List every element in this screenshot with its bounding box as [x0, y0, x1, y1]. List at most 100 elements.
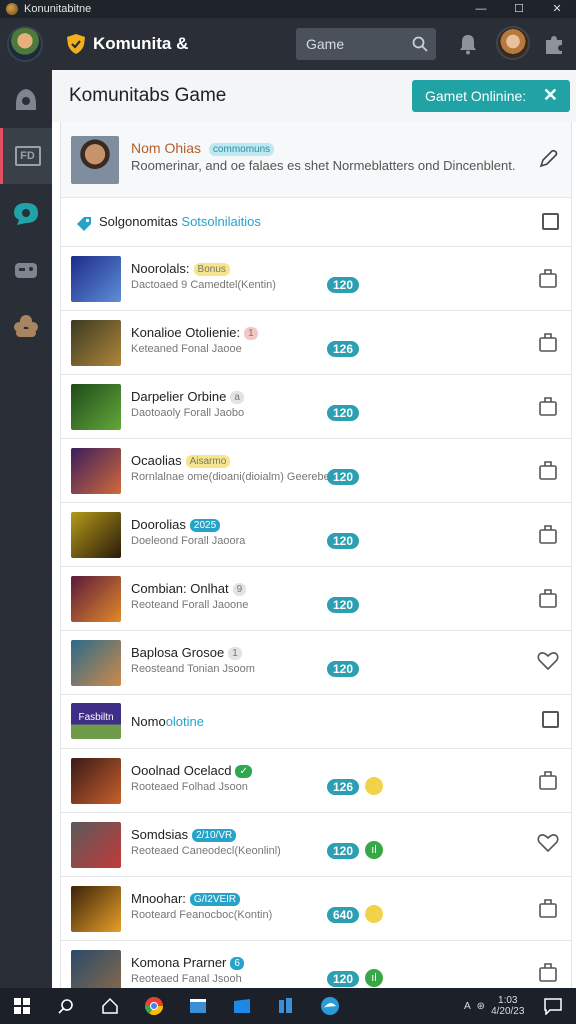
- bag-icon[interactable]: [537, 897, 559, 924]
- panel-header: Komunitabs Game Gamet Onlinine: ✕: [52, 70, 576, 122]
- game-name: Somdsias: [131, 827, 189, 842]
- game-tag: 2/10/VR: [192, 829, 237, 843]
- game-tag: 2025: [189, 519, 221, 533]
- sidebar-item-fd[interactable]: FD: [0, 128, 52, 184]
- checkbox[interactable]: [542, 213, 559, 230]
- sidebar-item-chat[interactable]: [0, 186, 52, 242]
- extensions-icon[interactable]: [542, 32, 566, 56]
- tray-badge[interactable]: A: [464, 1001, 471, 1012]
- search-icon[interactable]: [412, 36, 428, 52]
- game-name: Combian: Onlhat: [131, 581, 229, 596]
- search-input[interactable]: Game: [296, 28, 436, 60]
- taskbar-app4[interactable]: [308, 988, 352, 1024]
- game-row[interactable]: Combian: Onlhat 9 Reoteand Forall Jaoone 12…: [61, 567, 571, 631]
- status-dot: ıl: [365, 969, 383, 987]
- bag-icon[interactable]: [537, 459, 559, 486]
- checkbox[interactable]: [542, 711, 559, 728]
- game-name-line: Mnoohar: G/I2VEIR: [131, 891, 241, 907]
- category-label-highlight: Sotsolnilaitios: [181, 214, 261, 229]
- game-subtitle: Doeleond Forall Jaoora: [131, 535, 246, 547]
- sidebar-item-home[interactable]: [0, 72, 52, 128]
- app-icon: [6, 3, 18, 15]
- clock[interactable]: 1:03 4/20/23: [491, 995, 524, 1017]
- close-button[interactable]: ✕: [538, 0, 576, 18]
- game-thumbnail: [71, 758, 121, 804]
- game-row[interactable]: Darpelier Orbine a Daotoaoly Forall Jaobo 1…: [61, 375, 571, 439]
- game-name-line: Ooolnad Ocelacd ✓: [131, 763, 252, 779]
- bag-icon[interactable]: [537, 267, 559, 294]
- game-name: Ooolnad Ocelacd: [131, 763, 232, 778]
- game-row[interactable]: Doorolias 2025 Doeleond Forall Jaoora 120: [61, 503, 571, 567]
- game-subtitle: Reoteand Forall Jaoone: [131, 599, 249, 611]
- fd-icon: FD: [14, 146, 41, 166]
- bag-icon[interactable]: [537, 331, 559, 358]
- minimize-button[interactable]: —: [462, 0, 500, 18]
- maximize-button[interactable]: ☐: [500, 0, 538, 18]
- game-row[interactable]: Somdsias 2/10/VR Reoteaed Caneodecl(Keonli…: [61, 813, 571, 877]
- files-icon: [279, 998, 292, 1013]
- window-titlebar: Konunitabitne — ☐ ✕: [0, 0, 576, 18]
- game-row[interactable]: Baplosa Grosoe 1 Reosteand Tonian Jsoom 120: [61, 631, 571, 695]
- windows-icon: [14, 998, 30, 1014]
- chat-icon: [14, 203, 38, 225]
- heart-icon[interactable]: [537, 651, 559, 676]
- edit-icon[interactable]: [537, 148, 559, 170]
- bag-icon[interactable]: [537, 395, 559, 422]
- taskbar-app3[interactable]: [264, 988, 308, 1024]
- notifications-icon[interactable]: [456, 32, 480, 56]
- bag-icon[interactable]: [537, 769, 559, 796]
- game-subtitle: Daotoaoly Forall Jaobo: [131, 407, 245, 419]
- player-count: 120: [327, 277, 360, 293]
- game-row[interactable]: Komona Prarner 6 Reoteaed Fanal Jsooh 120 ıl: [61, 941, 571, 988]
- game-name-line: Ocaolias Aisarmo: [131, 453, 231, 469]
- browser-icon: [321, 997, 339, 1015]
- bag-icon[interactable]: [537, 587, 559, 614]
- notification-center-icon[interactable]: [544, 997, 562, 1015]
- sidebar-item-friends[interactable]: [0, 298, 52, 354]
- wifi-icon[interactable]: ⊛: [477, 1001, 485, 1012]
- system-tray: A ⊛ 1:03 4/20/23: [464, 995, 524, 1017]
- online-games-button[interactable]: Gamet Onlinine: ✕: [412, 80, 570, 112]
- game-subtitle: Reoteaed Caneodecl(Keonlinl): [131, 845, 281, 857]
- user-avatar[interactable]: [7, 26, 43, 62]
- game-subtitle: Reoteaed Fanal Jsooh: [131, 973, 242, 985]
- special-name-part1: Nomo: [131, 714, 166, 729]
- game-row[interactable]: Ocaolias Aisarmo Rornlalnae ome(dioani(dio…: [61, 439, 571, 503]
- taskbar-app1[interactable]: [176, 988, 220, 1024]
- game-row[interactable]: Noorolals: Bonus Dactoaed 9 Camedtel(Kenti…: [61, 247, 571, 311]
- taskbar-app2[interactable]: [220, 988, 264, 1024]
- friends-icon: [14, 315, 38, 337]
- game-row[interactable]: Konalioe Otolienie: 1 Keteaned Fonal Jaooe…: [61, 311, 571, 375]
- page-title: Komunitabs Game: [69, 85, 227, 106]
- chrome-icon: [145, 997, 163, 1016]
- taskbar-home[interactable]: [88, 988, 132, 1024]
- bag-icon[interactable]: [537, 523, 559, 550]
- game-thumbnail: [71, 320, 121, 366]
- profile-row[interactable]: Nom Ohias commomuns Roomerinar, and oe f…: [61, 122, 571, 198]
- close-icon[interactable]: ✕: [543, 85, 558, 106]
- game-row[interactable]: Mnoohar: G/I2VEIR Rooteard Feanocboc(Konti…: [61, 877, 571, 941]
- game-name: Mnoohar:: [131, 891, 186, 906]
- game-name: Komona Prarner: [131, 955, 227, 970]
- shield-logo-icon: [67, 34, 85, 54]
- special-row[interactable]: Fasbiltn Nomoolotine: [61, 695, 571, 749]
- game-row[interactable]: Ooolnad Ocelacd ✓ Rooteaed Folhad Jsoon 126: [61, 749, 571, 813]
- profile-avatar[interactable]: [496, 26, 530, 60]
- category-row[interactable]: Solgonomitas Sotsolnilaitios: [61, 198, 571, 247]
- game-list: Nom Ohias commomuns Roomerinar, and oe f…: [60, 122, 572, 988]
- home-icon: [16, 89, 36, 110]
- bag-icon[interactable]: [537, 961, 559, 988]
- top-bar: Komunita & Game: [0, 18, 576, 70]
- heart-icon[interactable]: [537, 833, 559, 858]
- taskbar-chrome[interactable]: [132, 988, 176, 1024]
- sidebar-item-games[interactable]: [0, 242, 52, 298]
- sidebar: FD: [0, 70, 52, 988]
- game-name: Ocaolias: [131, 453, 182, 468]
- game-subtitle: Rooteaed Folhad Jsoon: [131, 781, 248, 793]
- game-tag: Aisarmo: [185, 455, 231, 469]
- game-tag: 1: [228, 647, 242, 661]
- taskbar-search[interactable]: [44, 988, 88, 1024]
- special-thumbnail: Fasbiltn: [71, 703, 121, 739]
- start-button[interactable]: [0, 988, 44, 1024]
- game-name-line: Konalioe Otolienie: 1: [131, 325, 258, 341]
